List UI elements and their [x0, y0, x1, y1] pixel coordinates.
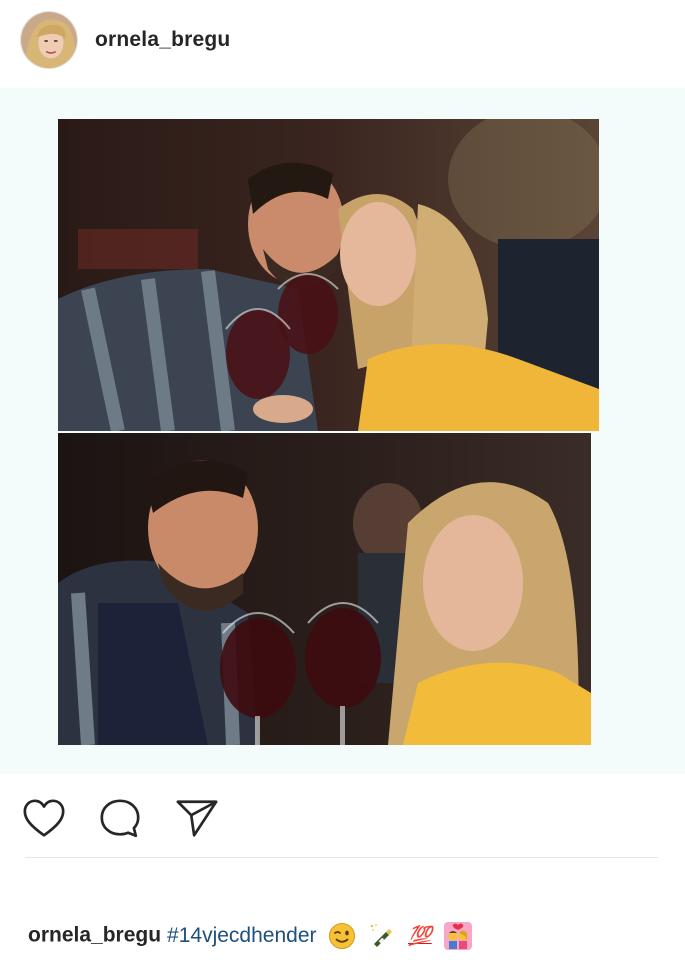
photo-bottom — [58, 433, 591, 745]
photo-toast-illustration — [58, 433, 591, 745]
avatar[interactable] — [20, 11, 78, 69]
paper-plane-icon[interactable] — [174, 796, 220, 842]
caption-username[interactable]: ornela_bregu — [28, 924, 161, 947]
champagne-bottle-icon — [368, 922, 396, 950]
post-header: ornela_bregu — [0, 0, 685, 88]
photo-kiss-illustration — [58, 119, 599, 431]
divider — [25, 857, 658, 858]
post-media[interactable] — [0, 88, 685, 774]
winking-face-icon — [328, 922, 356, 950]
header-username[interactable]: ornela_bregu — [95, 28, 230, 52]
hundred-points-icon: 💯 — [408, 926, 432, 947]
speech-bubble-icon[interactable] — [97, 796, 143, 842]
photo-top — [58, 119, 599, 431]
avatar-photo — [21, 12, 77, 68]
couple-kiss-icon — [443, 922, 472, 950]
action-bar — [0, 780, 685, 852]
caption: ornela_bregu #14vjecdhender 💯 — [28, 922, 472, 950]
heart-outline-icon[interactable] — [21, 796, 67, 842]
caption-hashtag[interactable]: #14vjecdhender — [167, 924, 316, 947]
